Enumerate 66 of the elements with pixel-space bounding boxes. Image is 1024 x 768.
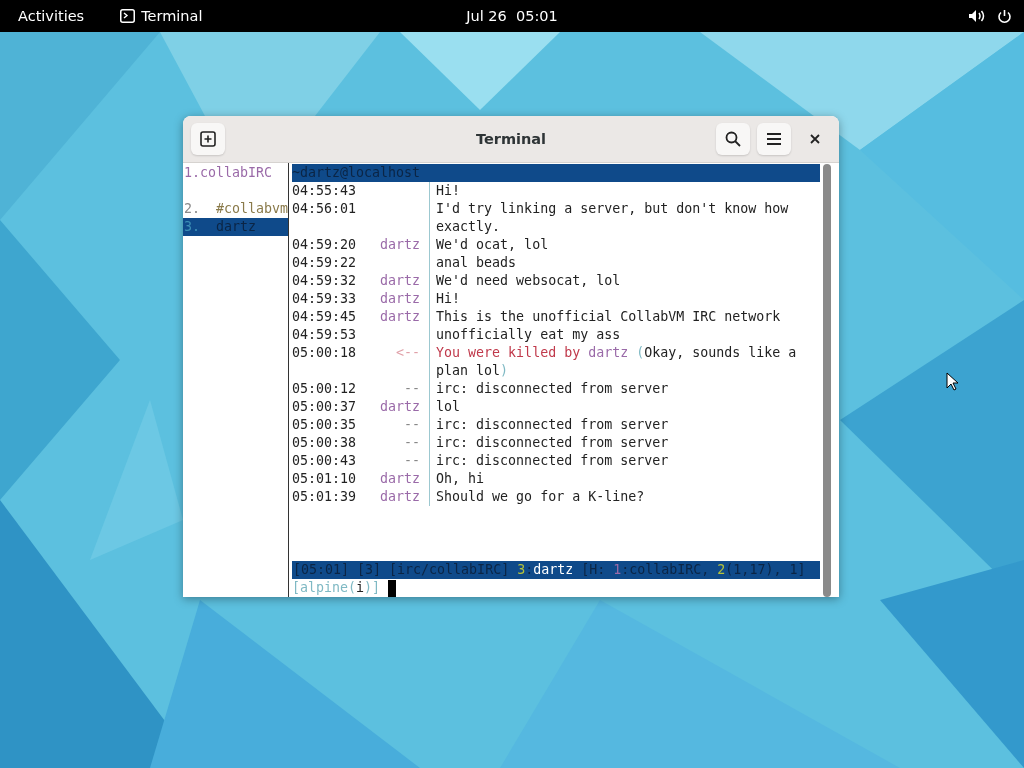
input-prompt: [alpine(i)]: [292, 579, 381, 597]
pointer-icon: [946, 372, 959, 391]
message-prefix: --: [403, 434, 421, 452]
new-tab-button[interactable]: [191, 123, 225, 155]
message-text: I'd try linking a server, but don't know how exactly.: [429, 200, 805, 236]
message-prefix: dartz: [379, 272, 421, 290]
message-prefix: dartz: [379, 236, 421, 254]
message-prefix: <--: [395, 344, 421, 362]
message-time: 05:00:38: [292, 434, 357, 452]
app-menu[interactable]: Terminal: [141, 8, 203, 24]
message-time: 04:59:32: [292, 272, 357, 290]
message-text: Hi!: [429, 182, 805, 200]
message-text: unofficially eat my ass: [429, 326, 805, 344]
message-time: 05:00:35: [292, 416, 357, 434]
message-time: 04:59:53: [292, 326, 357, 344]
message-time: 04:59:22: [292, 254, 357, 272]
message-prefix: dartz: [379, 308, 421, 326]
buffer-item[interactable]: 2. #collabvm: [183, 200, 288, 218]
clock[interactable]: Jul 26 05:01: [466, 8, 558, 24]
message-time: 05:00:37: [292, 398, 357, 416]
plus-icon: [200, 131, 216, 147]
message-text: You were killed by dartz (Okay, sounds like a plan lol): [429, 344, 805, 380]
message-prefix: dartz: [379, 398, 421, 416]
message-time: 05:00:43: [292, 452, 357, 470]
menu-button[interactable]: [757, 123, 791, 155]
message-time: 04:59:33: [292, 290, 357, 308]
message-time: 04:59:45: [292, 308, 357, 326]
scrollbar[interactable]: [823, 164, 831, 597]
volume-icon[interactable]: [968, 9, 985, 23]
message-text: anal beads: [429, 254, 805, 272]
window-title: Terminal: [475, 131, 547, 147]
message-prefix: dartz: [379, 488, 421, 506]
message-text: irc: disconnected from server: [429, 416, 805, 434]
message-text: This is the unofficial CollabVM IRC network: [429, 308, 805, 326]
message-text: irc: disconnected from server: [429, 434, 805, 452]
message-prefix: dartz: [379, 470, 421, 488]
message-time: 04:59:20: [292, 236, 357, 254]
activities-button[interactable]: Activities: [18, 8, 85, 24]
terminal-icon: [120, 9, 136, 23]
menu-icon: [766, 132, 782, 146]
text-cursor: [388, 579, 397, 597]
buffer-item[interactable]: 1.collabIRC: [183, 164, 288, 182]
message-text: Should we go for a K-line?: [429, 488, 805, 506]
message-text: Oh, hi: [429, 470, 805, 488]
power-icon[interactable]: [997, 8, 1012, 24]
message-prefix: dartz: [379, 290, 421, 308]
message-text: irc: disconnected from server: [429, 380, 805, 398]
message-text: We'd ocat, lol: [429, 236, 805, 254]
message-text: We'd need websocat, lol: [429, 272, 805, 290]
close-icon: [810, 134, 820, 144]
search-icon: [725, 131, 741, 147]
message-text: lol: [429, 398, 805, 416]
search-button[interactable]: [716, 123, 750, 155]
buffer-title: ~dartz@localhost: [292, 164, 820, 182]
message-prefix: --: [403, 380, 421, 398]
message-time: 04:55:43: [292, 182, 357, 200]
message-prefix: --: [403, 452, 421, 470]
message-prefix: --: [403, 416, 421, 434]
message-text: irc: disconnected from server: [429, 452, 805, 470]
message-text: Hi!: [429, 290, 805, 308]
message-time: 05:00:12: [292, 380, 357, 398]
message-time: 05:00:18: [292, 344, 357, 362]
message-time: 05:01:10: [292, 470, 357, 488]
status-bar: [05:01] [3] [irc/collabIRC] 3:dartz [H: 1:collabIRC, 2(1,17), 1]: [292, 561, 820, 579]
message-time: 05:01:39: [292, 488, 357, 506]
message-time: 04:56:01: [292, 200, 357, 218]
